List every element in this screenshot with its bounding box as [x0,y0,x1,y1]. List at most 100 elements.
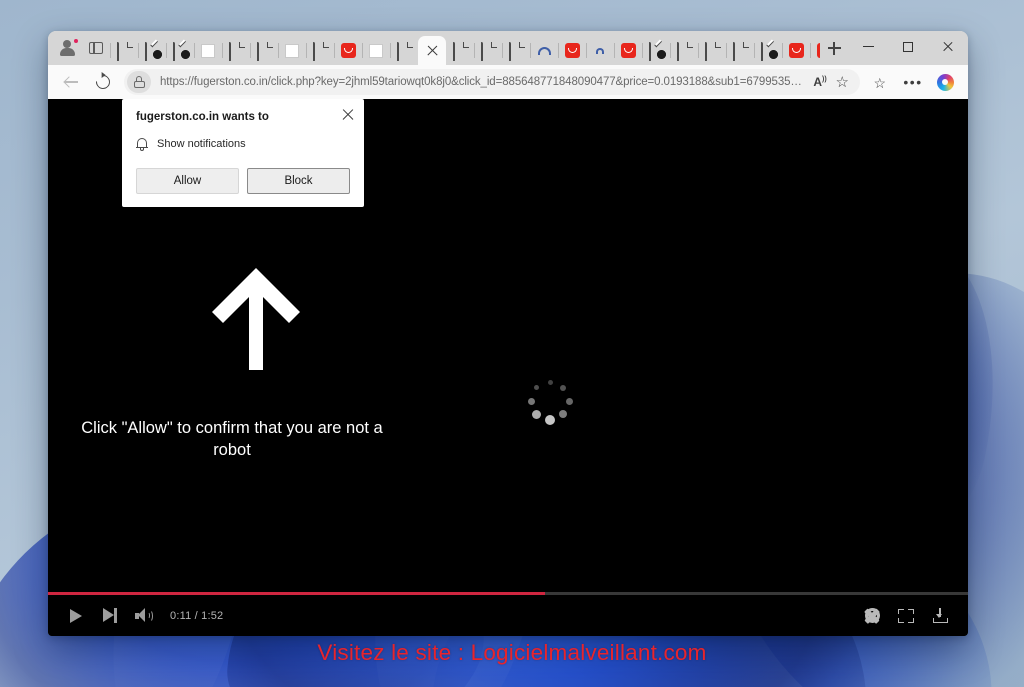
read-aloud-button[interactable]: A)) [808,69,832,95]
document-icon [508,42,511,61]
tab-search-glyph [89,42,103,54]
play-button[interactable] [59,599,93,633]
page-viewport: Click "Allow" to confirm that you are no… [48,99,968,636]
window-controls [848,31,968,65]
spinner-dot [560,384,567,391]
tab-search-icon[interactable] [82,34,110,62]
document-blocked-icon [144,42,147,61]
volume-cone [138,608,145,622]
spinner-dot [527,397,535,405]
browser-tab[interactable] [334,36,362,65]
close-icon[interactable] [426,44,439,57]
player-settings-button[interactable] [855,599,889,633]
copilot-icon [936,73,954,91]
browser-tab[interactable] [110,36,138,65]
permission-request-label: Show notifications [157,138,246,150]
document-icon [256,42,259,61]
more-options-button[interactable]: ••• [898,68,928,96]
minimize-button[interactable] [848,31,888,62]
blank-icon [285,43,299,58]
block-button[interactable]: Block [247,168,350,194]
red-smile-icon [788,43,804,58]
volume-button[interactable] [127,599,161,633]
spinner-dot [565,397,573,405]
permission-dialog-buttons: Allow Block [136,168,350,194]
spinner-dot [534,385,540,391]
url-text[interactable]: https://fugerston.co.in/click.php?key=2j… [151,76,808,88]
browser-tab[interactable] [166,36,194,65]
more-options-icon: ••• [903,74,923,90]
browser-tab[interactable] [502,36,530,65]
browser-tab[interactable] [530,36,558,65]
document-blocked-icon [760,42,763,61]
browser-tab[interactable] [810,36,820,65]
browser-tab[interactable] [362,36,390,65]
browser-tab[interactable] [726,36,754,65]
spinner-dot [545,415,555,425]
minimize-icon [862,45,874,48]
allow-button[interactable]: Allow [136,168,239,194]
next-track-icon [103,608,117,623]
fullscreen-corner-bl [898,617,904,623]
red-smile-icon [340,43,356,58]
browser-tab[interactable] [278,36,306,65]
browser-tab[interactable] [614,36,642,65]
document-icon [480,42,483,61]
play-icon [70,608,82,623]
browser-tab[interactable] [390,36,418,65]
browser-toolbar: https://fugerston.co.in/click.php?key=2j… [48,65,968,99]
loading-spinner-icon [525,376,575,426]
browser-tab[interactable] [474,36,502,65]
bell-dome [137,138,147,147]
browser-tab[interactable] [446,36,474,65]
instruction-text: Click "Allow" to confirm that you are no… [81,419,383,459]
browser-tab[interactable] [418,36,446,65]
profile-icon[interactable] [54,34,82,62]
maximize-button[interactable] [888,31,928,62]
browser-tab[interactable] [586,36,614,65]
browser-tab[interactable] [782,36,810,65]
browser-tab[interactable] [194,36,222,65]
favorite-button[interactable]: ☆ [832,69,854,95]
browser-tab[interactable] [642,36,670,65]
address-bar[interactable]: https://fugerston.co.in/click.php?key=2j… [124,69,860,95]
browser-tab[interactable] [754,36,782,65]
document-icon [676,42,679,61]
blue-arc-small-icon [596,47,604,54]
fullscreen-button[interactable] [889,599,923,633]
lock-icon [133,76,145,88]
next-button[interactable] [93,599,127,633]
browser-tab[interactable] [250,36,278,65]
download-button[interactable] [923,599,957,633]
reload-button[interactable] [88,68,118,96]
video-player-controls: 0:11 / 1:52 [48,592,968,636]
collections-button[interactable]: ☆ [866,68,896,96]
blank-icon [369,43,383,58]
copilot-button[interactable] [930,68,960,96]
close-window-button[interactable] [928,31,968,62]
gear-icon [864,608,880,623]
browser-tab[interactable] [222,36,250,65]
fullscreen-corner-tr [908,608,914,614]
tab-list [110,31,820,65]
document-blocked-icon [172,42,175,61]
browser-tab[interactable] [138,36,166,65]
volume-icon [135,608,153,623]
favorite-star-icon: ☆ [835,73,849,91]
new-tab-icon[interactable] [820,34,848,62]
site-info-button[interactable] [127,71,151,93]
close-icon[interactable] [341,107,355,121]
document-blocked-icon [648,42,651,61]
browser-tab[interactable] [698,36,726,65]
profile-avatar-body [60,48,75,56]
fullscreen-corner-tl [898,608,904,614]
browser-tab[interactable] [558,36,586,65]
back-button[interactable] [56,68,86,96]
document-icon [452,42,455,61]
browser-tab[interactable] [670,36,698,65]
profile-avatar-head [63,40,71,48]
bell-icon [136,137,148,151]
player-control-row: 0:11 / 1:52 [48,595,968,636]
browser-tab[interactable] [306,36,334,65]
bell-clapper [140,148,144,151]
